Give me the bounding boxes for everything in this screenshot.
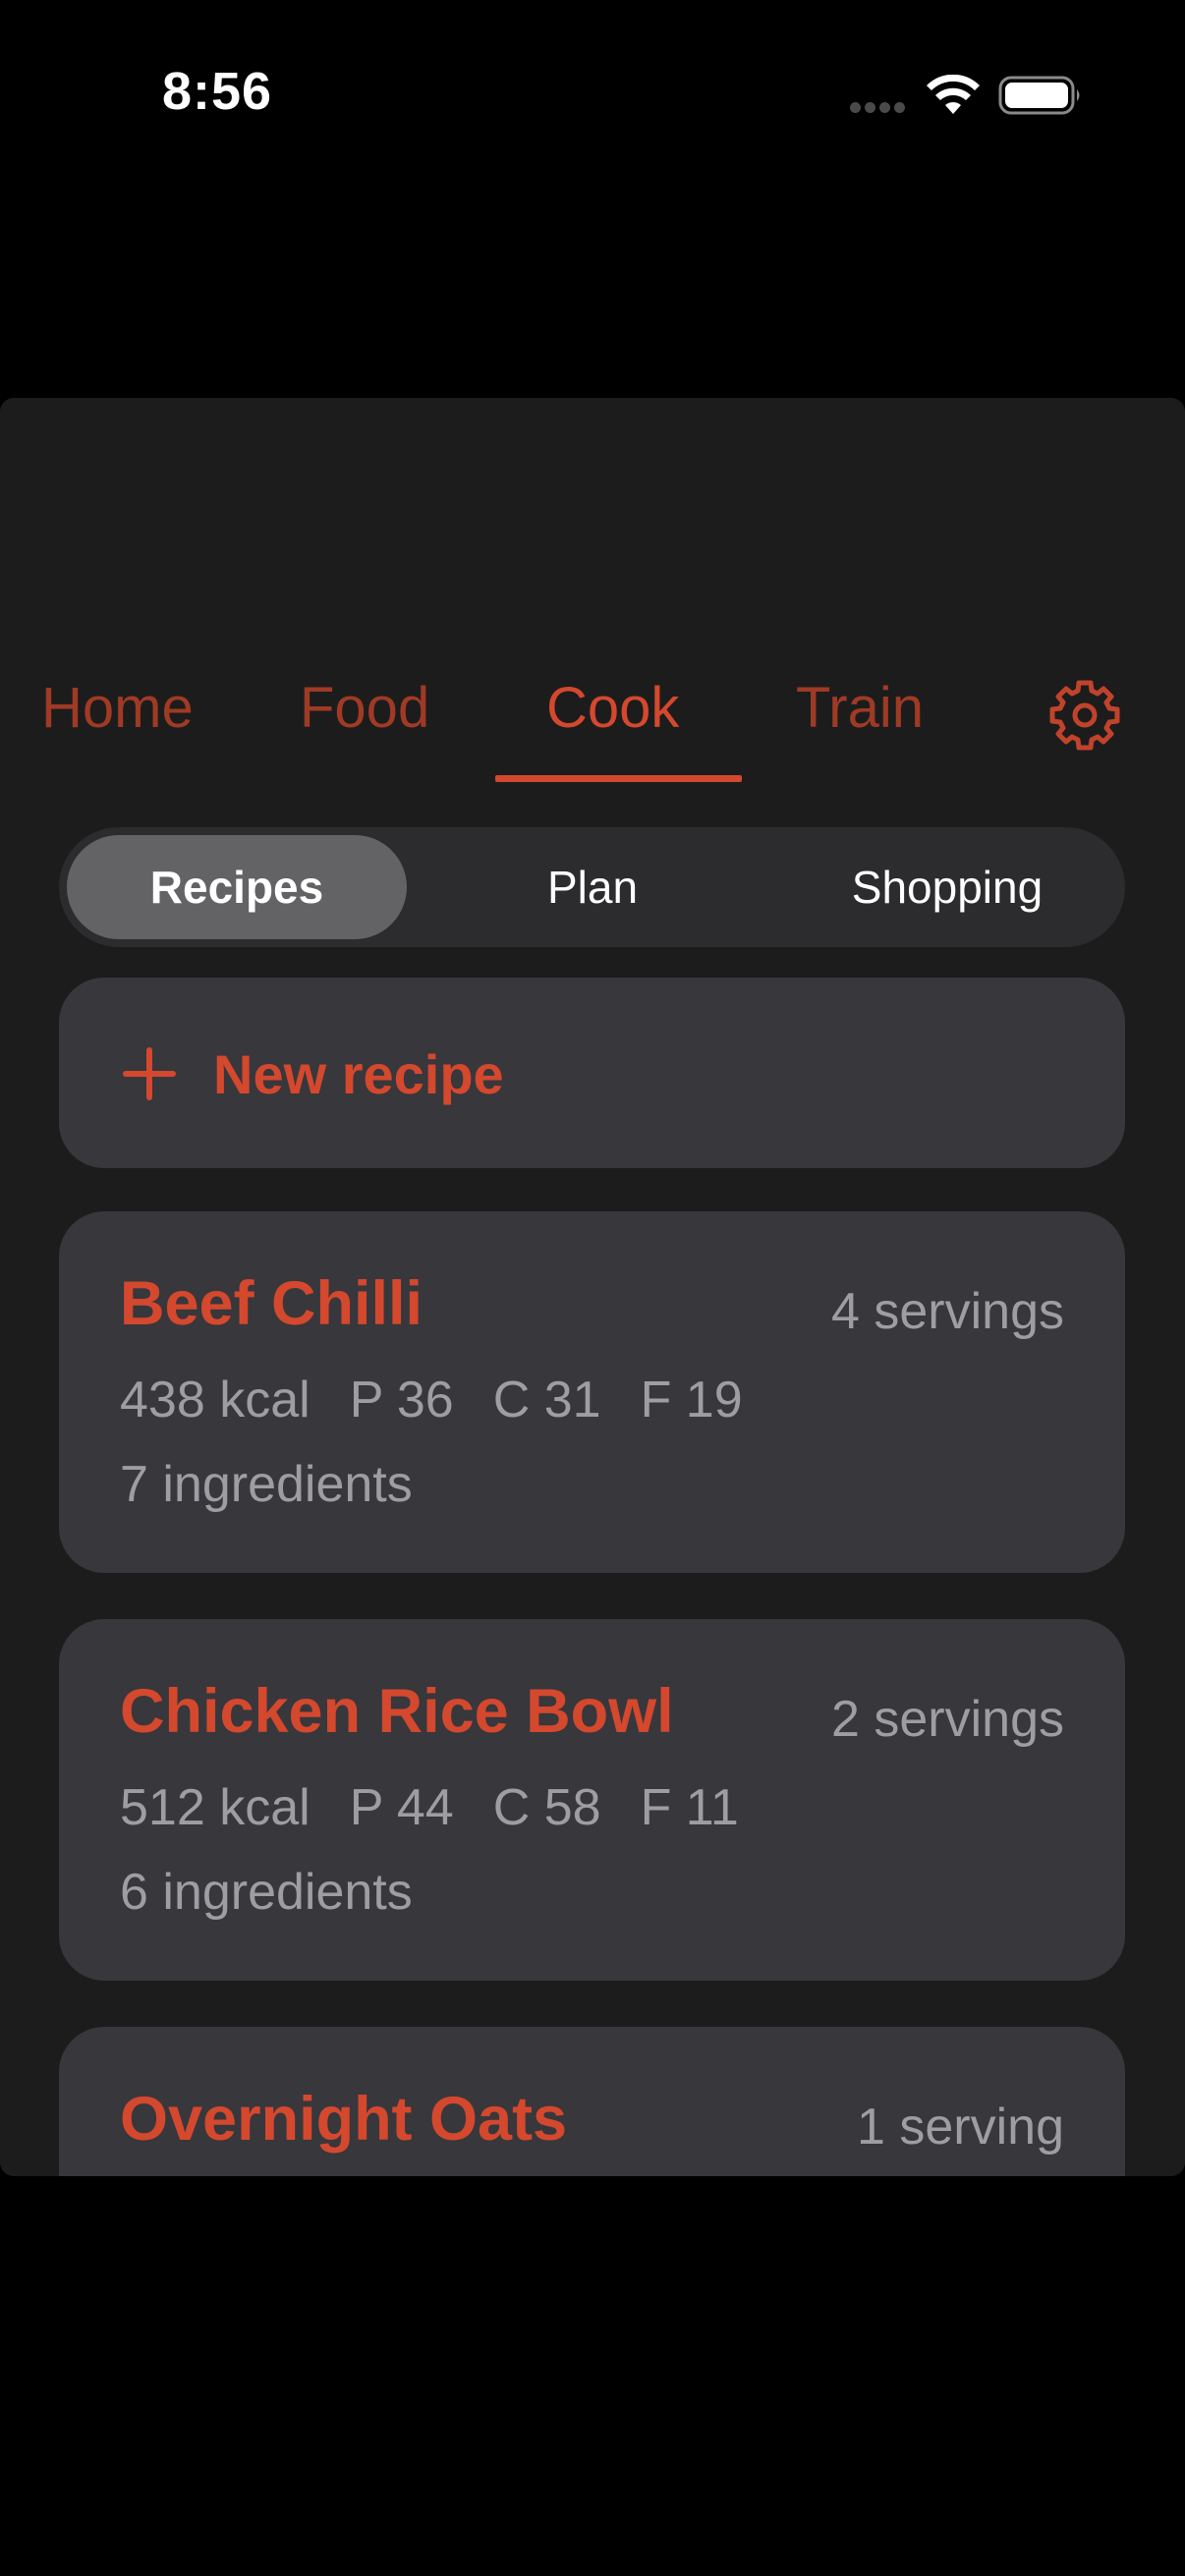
recipe-name: Overnight Oats — [120, 2085, 568, 2154]
tab-food[interactable]: Food — [300, 675, 429, 741]
recipe-carbs: C 31 — [492, 1372, 601, 1428]
wifi-icon — [927, 75, 980, 114]
gear-icon[interactable] — [1049, 680, 1120, 751]
recipe-card-beef-chilli[interactable]: Beef Chilli 4 servings 438 kcal P 36 C 31 F… — [59, 1211, 1125, 1573]
recipe-fat: F 11 — [640, 1779, 739, 1836]
recipe-servings: 1 serving — [857, 2099, 1064, 2156]
battery-icon — [998, 76, 1080, 115]
recipe-macros: 438 kcal P 36 C 31 F 19 — [120, 1371, 782, 1429]
segment-shopping[interactable]: Shopping — [777, 827, 1117, 947]
recipe-protein: P 36 — [349, 1372, 454, 1428]
active-tab-indicator — [495, 775, 742, 782]
tab-home[interactable]: Home — [41, 675, 194, 741]
new-recipe-label: New recipe — [213, 1043, 504, 1105]
app-sheet: Home Food Cook Train Recipes Plan Shoppi… — [0, 398, 1185, 2176]
status-bar: 8:56 — [0, 0, 1185, 196]
segment-recipes[interactable]: Recipes — [67, 827, 407, 947]
recipe-ingredient-count: 7 ingredients — [120, 1456, 413, 1513]
recipe-servings: 2 servings — [831, 1691, 1064, 1748]
recipe-ingredient-count: 6 ingredients — [120, 1864, 413, 1921]
new-recipe-button[interactable]: New recipe — [59, 978, 1125, 1168]
recipe-fat: F 19 — [640, 1372, 743, 1428]
status-time: 8:56 — [162, 62, 273, 121]
recipe-protein: P 44 — [349, 1779, 454, 1836]
recipe-card-chicken-rice-bowl[interactable]: Chicken Rice Bowl 2 servings 512 kcal P 4… — [59, 1619, 1125, 1981]
recipe-name: Chicken Rice Bowl — [120, 1677, 674, 1746]
recipe-macros: 512 kcal P 44 C 58 F 11 — [120, 1778, 778, 1837]
cellular-signal-icon — [850, 102, 907, 116]
recipe-kcal: 512 kcal — [120, 1779, 310, 1836]
tab-cook[interactable]: Cook — [546, 675, 679, 741]
tab-train[interactable]: Train — [796, 675, 924, 741]
segment-plan[interactable]: Plan — [423, 827, 762, 947]
recipe-name: Beef Chilli — [120, 1269, 423, 1338]
recipe-card-overnight-oats[interactable]: Overnight Oats 1 serving — [59, 2027, 1125, 2176]
recipe-kcal: 438 kcal — [120, 1372, 310, 1428]
recipe-servings: 4 servings — [831, 1283, 1064, 1340]
recipe-carbs: C 58 — [492, 1779, 601, 1836]
recipes-plan-shopping-segmented-control: Recipes Plan Shopping — [59, 827, 1125, 947]
plus-icon — [123, 1047, 176, 1100]
